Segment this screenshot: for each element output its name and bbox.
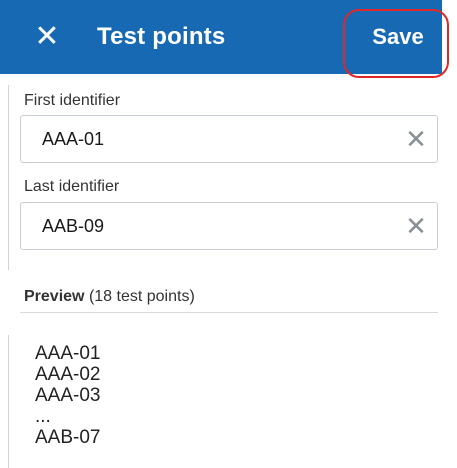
preview-item: AAA-03 [35, 385, 101, 406]
preview-divider [20, 312, 438, 313]
first-identifier-field[interactable]: AAA-01 ✕ [20, 115, 438, 163]
preview-item: AAA-01 [35, 343, 101, 364]
preview-header: Preview (18 test points) [24, 288, 195, 306]
last-identifier-value[interactable]: AAB-09 [42, 216, 104, 237]
preview-item: AAB-07 [35, 427, 101, 448]
left-border [8, 335, 9, 468]
left-border [8, 85, 9, 270]
last-identifier-label: Last identifier [24, 178, 120, 195]
close-icon[interactable]: ✕ [30, 20, 64, 54]
preview-list: AAA-01 AAA-02 AAA-03 ... AAB-07 [35, 343, 100, 448]
preview-item: AAA-02 [35, 364, 101, 385]
page-title: Test points [97, 23, 226, 50]
last-identifier-field[interactable]: AAB-09 ✕ [20, 202, 438, 250]
save-button[interactable]: Save [358, 22, 438, 52]
first-identifier-value[interactable]: AAA-01 [42, 129, 104, 150]
preview-title: Preview [24, 288, 85, 305]
clear-first-identifier-icon[interactable]: ✕ [403, 126, 429, 152]
app-header: ✕ Test points Save [0, 0, 457, 85]
title-bar: ✕ Test points Save [0, 0, 442, 74]
first-identifier-label: First identifier [24, 92, 121, 109]
clear-last-identifier-icon[interactable]: ✕ [403, 213, 429, 239]
preview-count: (18 test points) [88, 288, 195, 305]
preview-ellipsis: ... [35, 406, 51, 427]
